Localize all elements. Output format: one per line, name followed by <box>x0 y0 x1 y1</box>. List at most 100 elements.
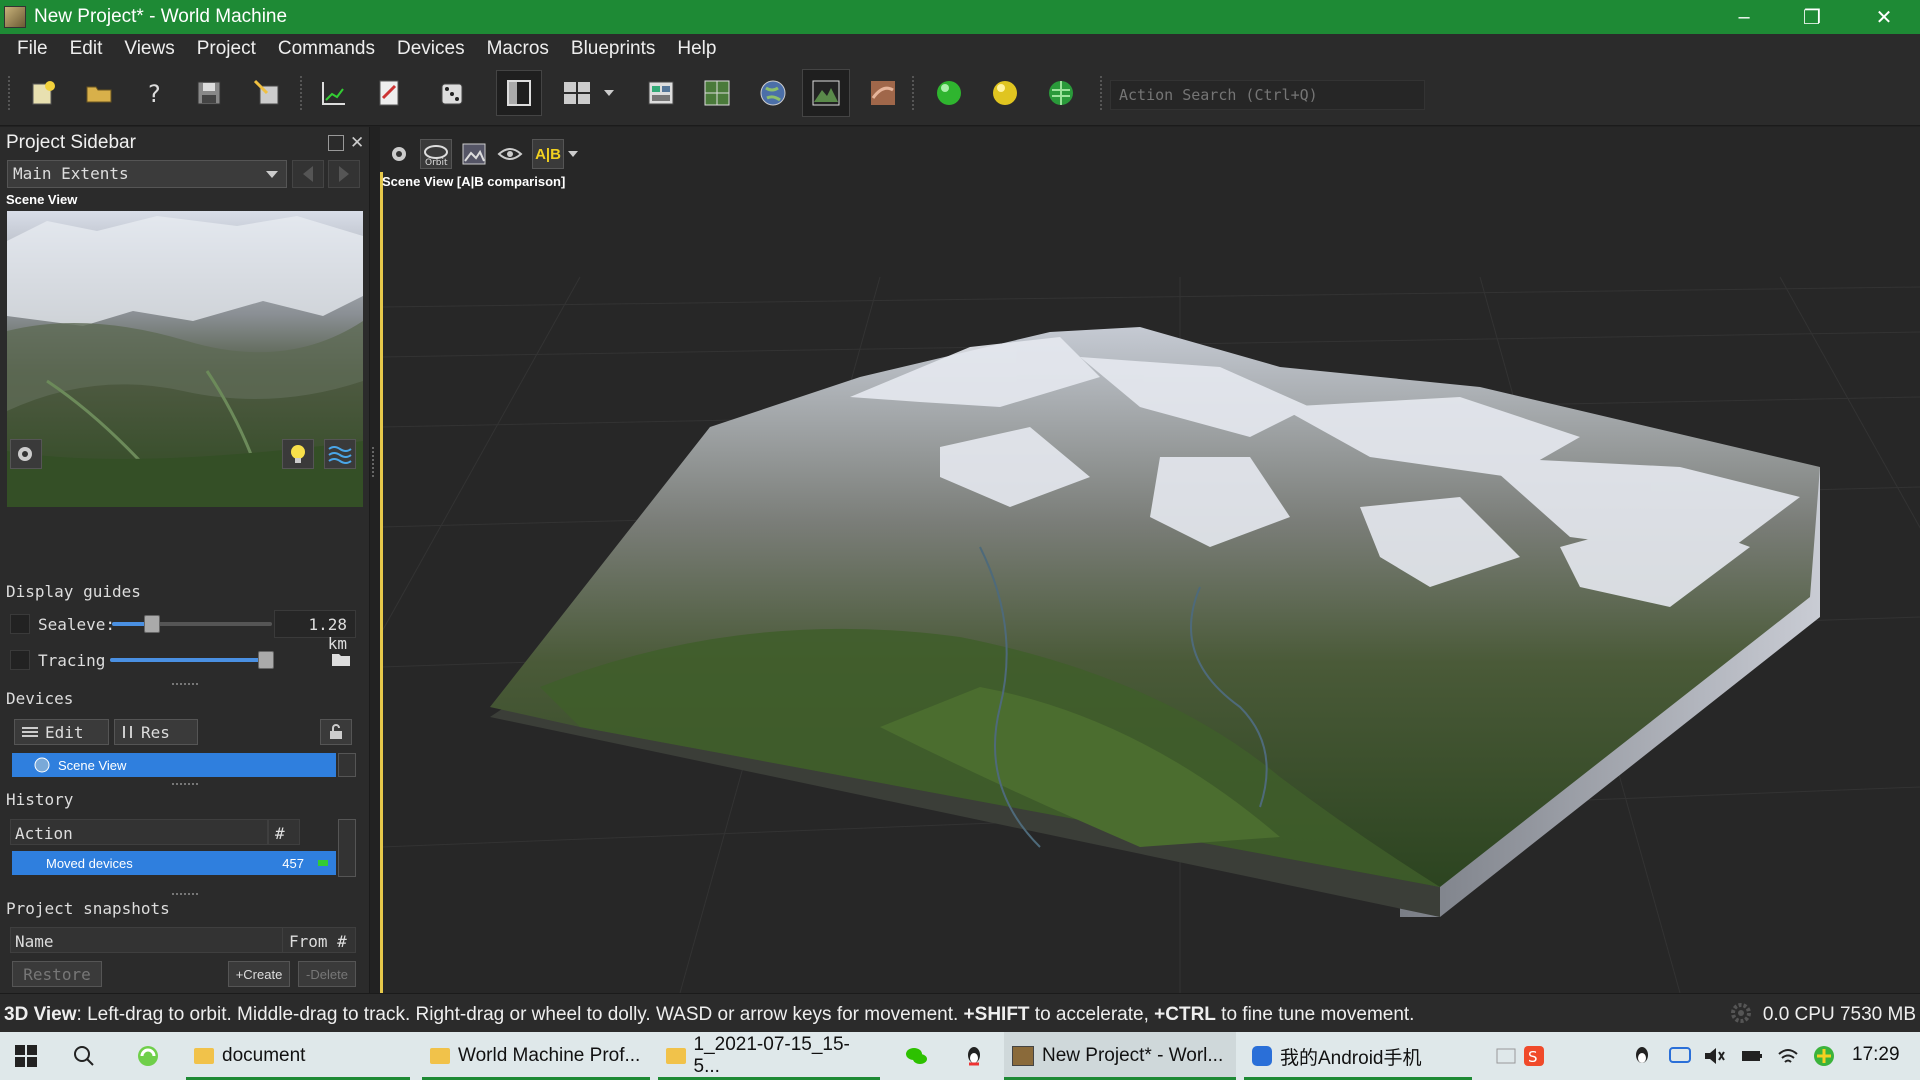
texture-view-icon[interactable] <box>864 74 902 112</box>
windows-start-icon[interactable] <box>14 1044 38 1068</box>
sealevel-checkbox[interactable] <box>10 614 30 634</box>
restore-button[interactable]: Restore <box>12 961 102 987</box>
task-new-project[interactable]: New Project* - Worl... <box>1004 1032 1236 1080</box>
water-icon[interactable] <box>324 439 356 469</box>
orbit-icon[interactable]: Orbit <box>420 139 452 169</box>
menu-blueprints[interactable]: Blueprints <box>560 38 667 60</box>
lightbulb-icon[interactable] <box>282 439 314 469</box>
svg-text:?: ? <box>148 80 161 108</box>
wechat-icon[interactable] <box>904 1044 928 1068</box>
device-scrollbar[interactable] <box>338 753 356 777</box>
tracing-slider-thumb[interactable] <box>258 651 274 669</box>
snap-col-from[interactable]: From # <box>282 927 356 953</box>
gear-icon[interactable] <box>1728 1000 1754 1026</box>
globe-icon[interactable] <box>754 74 792 112</box>
toolbar-separator <box>1100 76 1106 110</box>
layout-single-icon[interactable] <box>496 70 542 116</box>
close-icon[interactable]: ✕ <box>1850 0 1918 34</box>
minimize-icon[interactable]: – <box>1710 0 1778 34</box>
history-col-num[interactable]: # <box>268 819 300 845</box>
task-android-phone[interactable]: 我的Android手机 <box>1244 1032 1472 1080</box>
eye-icon[interactable] <box>494 139 526 169</box>
volume-icon[interactable] <box>1702 1044 1726 1068</box>
edit-button[interactable]: Edit <box>14 719 109 745</box>
history-row-num: 457 <box>282 855 304 871</box>
close-panel-icon[interactable]: ✕ <box>350 133 364 153</box>
battery-icon[interactable] <box>1740 1044 1764 1068</box>
menu-views[interactable]: Views <box>113 38 185 60</box>
prev-extent-button[interactable] <box>292 160 324 188</box>
delete-button[interactable]: -Delete <box>298 961 356 987</box>
menu-help[interactable]: Help <box>666 38 727 60</box>
snap-col-name[interactable]: Name <box>10 927 286 953</box>
res-button[interactable]: Res <box>114 719 198 745</box>
task-screenshot-folder[interactable]: 1_2021-07-15_15-5... <box>658 1032 880 1080</box>
graph-icon[interactable] <box>314 74 352 112</box>
sogou-icon[interactable]: S <box>1522 1044 1546 1068</box>
dice-icon[interactable] <box>434 74 472 112</box>
world-icon[interactable] <box>1042 74 1080 112</box>
history-row[interactable]: Moved devices 457 <box>12 851 336 875</box>
action-search-input[interactable] <box>1110 80 1425 110</box>
scene-view-icon[interactable] <box>642 74 680 112</box>
menu-devices[interactable]: Devices <box>386 38 476 60</box>
terrain-view-icon[interactable] <box>802 69 850 117</box>
extents-dropdown[interactable]: Main Extents <box>7 160 287 188</box>
camera-settings-icon[interactable] <box>384 139 416 169</box>
device-list-item[interactable]: Scene View <box>12 753 336 777</box>
splitter-grip[interactable] <box>372 447 376 477</box>
menu-bar: File Edit Views Project Commands Devices… <box>0 34 1920 64</box>
terrain-3d-render[interactable] <box>380 127 1920 993</box>
task-document[interactable]: document <box>186 1032 410 1080</box>
sealevel-value[interactable]: 1.28 km <box>274 610 356 653</box>
yellow-ball-icon[interactable] <box>986 74 1024 112</box>
section-grip[interactable] <box>172 683 198 687</box>
undock-icon[interactable] <box>328 135 344 151</box>
search-icon[interactable] <box>72 1044 96 1068</box>
toolbar-grip[interactable] <box>8 76 14 110</box>
folder-open-icon[interactable] <box>330 649 352 674</box>
message-icon[interactable] <box>1668 1044 1692 1068</box>
ime-icon[interactable] <box>1494 1044 1518 1068</box>
menu-macros[interactable]: Macros <box>476 38 560 60</box>
ab-dropdown-icon[interactable] <box>566 139 580 169</box>
history-col-action[interactable]: Action <box>10 819 268 845</box>
section-grip[interactable] <box>172 783 198 787</box>
menu-project[interactable]: Project <box>186 38 267 60</box>
green-ball-icon[interactable] <box>930 74 968 112</box>
help-icon[interactable]: ? <box>136 74 174 112</box>
sidebar-title: Project Sidebar <box>6 132 136 153</box>
wifi-icon[interactable] <box>1776 1044 1800 1068</box>
task-label: New Project* - Worl... <box>1042 1045 1224 1066</box>
tracing-checkbox[interactable] <box>10 650 30 670</box>
scene-viewport[interactable]: Orbit A|B Scene View [A|B comparison] <box>380 127 1920 993</box>
section-grip[interactable] <box>172 893 198 897</box>
sealevel-slider-thumb[interactable] <box>144 615 160 633</box>
security-shield-icon[interactable] <box>1812 1044 1836 1068</box>
report-icon[interactable] <box>370 74 408 112</box>
next-extent-button[interactable] <box>328 160 360 188</box>
save-icon[interactable] <box>190 74 228 112</box>
layout-dropdown-icon[interactable] <box>600 74 618 112</box>
camera-settings-icon[interactable] <box>10 439 42 469</box>
render-icon[interactable] <box>458 139 490 169</box>
orbit-label: Orbit <box>425 158 448 167</box>
create-button[interactable]: +Create <box>228 961 290 987</box>
history-scrollbar[interactable] <box>338 819 356 877</box>
task-world-machine-prof[interactable]: World Machine Prof... <box>422 1032 650 1080</box>
export-icon[interactable] <box>248 74 286 112</box>
open-folder-icon[interactable] <box>80 74 118 112</box>
qq-icon[interactable] <box>962 1044 986 1068</box>
ab-compare-icon[interactable]: A|B <box>532 139 564 169</box>
menu-commands[interactable]: Commands <box>267 38 386 60</box>
layout-grid-icon[interactable] <box>558 74 596 112</box>
tracing-slider-fill <box>110 658 266 662</box>
map-view-icon[interactable] <box>698 74 736 112</box>
browser-icon[interactable] <box>136 1044 160 1068</box>
qq-tray-icon[interactable] <box>1630 1044 1654 1068</box>
lock-icon[interactable] <box>320 719 352 745</box>
menu-edit[interactable]: Edit <box>59 38 114 60</box>
menu-file[interactable]: File <box>6 38 59 60</box>
new-project-icon[interactable] <box>24 74 62 112</box>
restore-icon[interactable]: ❐ <box>1778 0 1846 34</box>
